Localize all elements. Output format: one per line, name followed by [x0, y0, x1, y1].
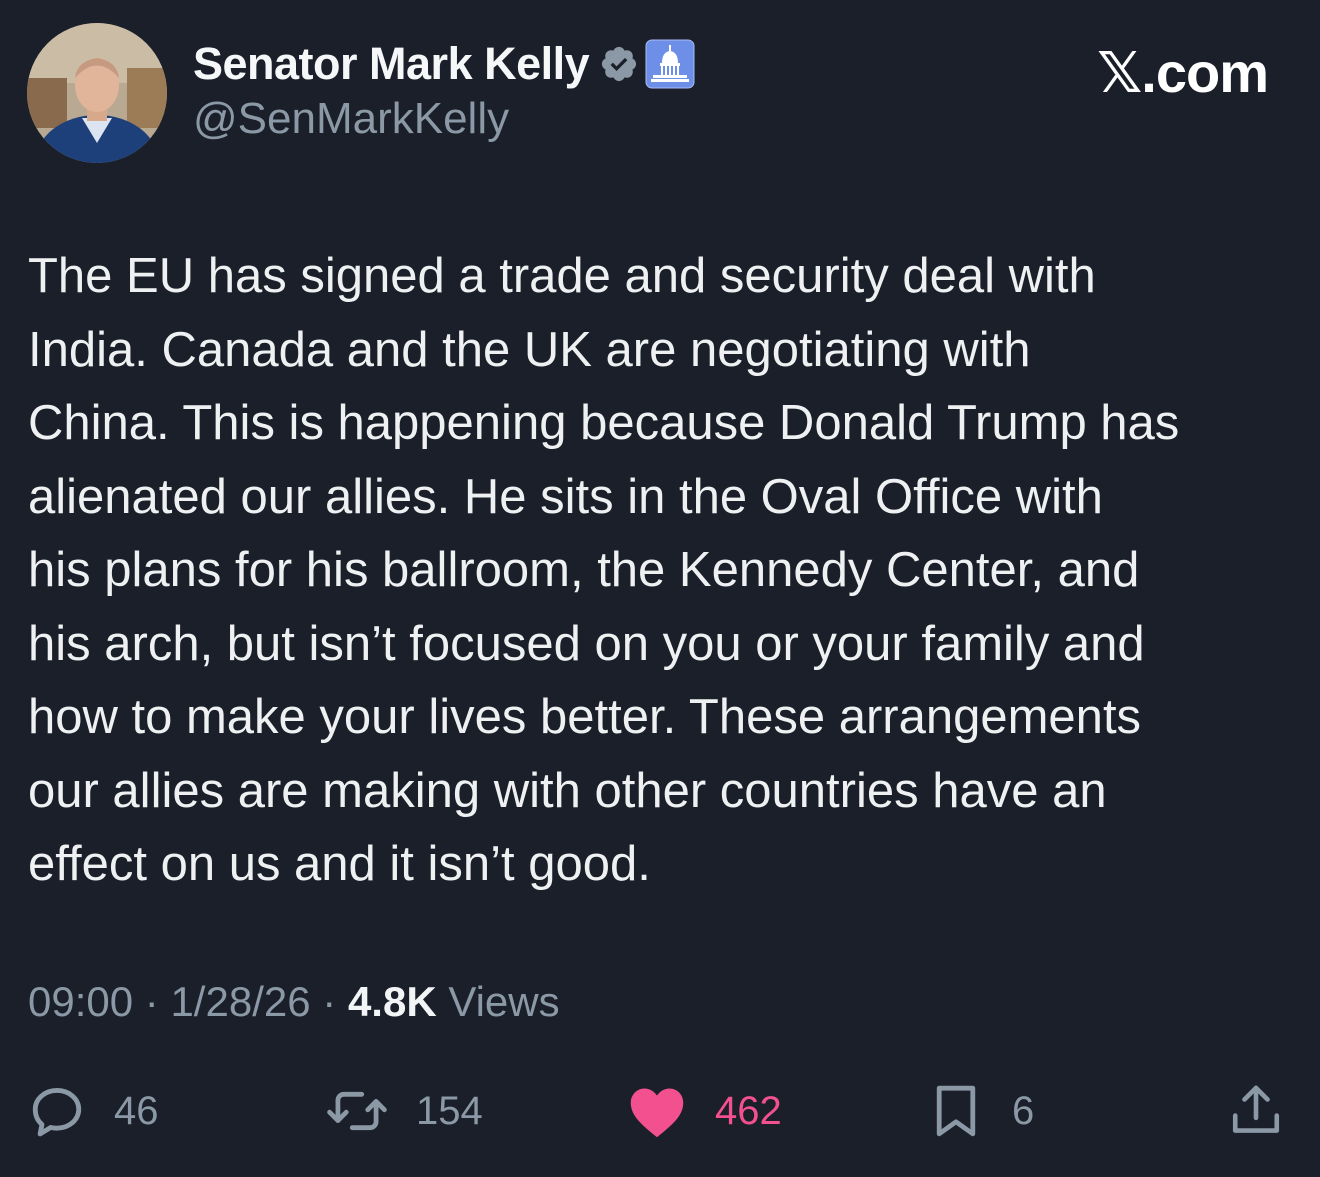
display-name[interactable]: Senator Mark Kelly	[193, 38, 590, 90]
views-label: Views	[448, 978, 560, 1025]
capitol-dome-icon[interactable]	[645, 39, 695, 89]
bookmark-button[interactable]: 6	[932, 1076, 1034, 1146]
reply-count: 46	[114, 1088, 159, 1133]
tweet-meta: 09:00 · 1/28/26 · 4.8K Views	[28, 978, 560, 1026]
like-count: 462	[715, 1088, 782, 1133]
tweet-time[interactable]: 09:00	[28, 978, 133, 1025]
repost-count: 154	[416, 1088, 483, 1133]
brand-logo: 𝕏.com	[1097, 41, 1269, 104]
reply-button[interactable]: 46	[28, 1076, 159, 1146]
heart-icon	[630, 1088, 684, 1138]
share-icon	[1232, 1085, 1280, 1133]
author-block: Senator Mark Kelly @SenMarkKelly	[193, 36, 695, 144]
handle[interactable]: @SenMarkKelly	[193, 94, 695, 144]
share-button[interactable]	[1228, 1076, 1284, 1146]
action-bar: 46 154 462 6	[0, 1076, 1320, 1146]
reply-icon	[32, 1088, 82, 1137]
tweet-text: The EU has signed a trade and security d…	[28, 249, 1180, 891]
bookmark-count: 6	[1012, 1088, 1035, 1133]
verified-check-icon[interactable]	[599, 44, 639, 84]
avatar[interactable]	[27, 23, 167, 163]
name-row: Senator Mark Kelly	[193, 36, 695, 92]
meta-separator: ·	[322, 978, 337, 1025]
repost-icon	[327, 1091, 387, 1131]
repost-button[interactable]: 154	[326, 1076, 483, 1146]
like-button[interactable]: 462	[627, 1076, 782, 1146]
bookmark-icon	[936, 1085, 976, 1137]
meta-separator: ·	[144, 978, 159, 1025]
tweet-date[interactable]: 1/28/26	[170, 978, 310, 1025]
views-count: 4.8K	[347, 978, 437, 1025]
